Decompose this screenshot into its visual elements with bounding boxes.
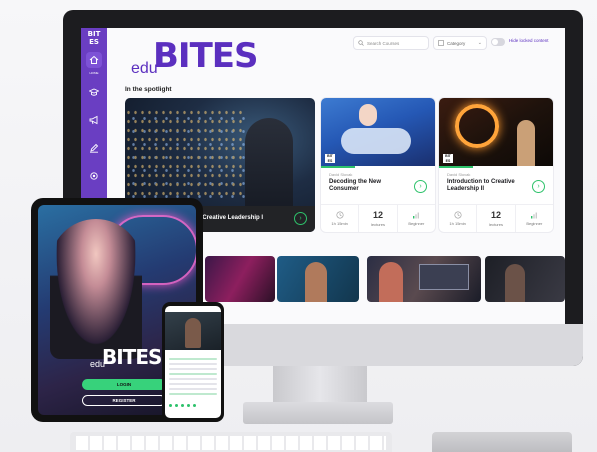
course-card[interactable]: BIT ES David Slovak Introduction to Crea…: [439, 98, 553, 232]
level-stat: Beginner: [398, 205, 435, 232]
hero-title: to Creative Leadership I: [195, 215, 264, 221]
course-thumbnail[interactable]: [277, 256, 359, 302]
sidebar-item-notes[interactable]: [86, 140, 102, 156]
neon-ring-shape: [455, 104, 499, 148]
clock-icon: [454, 211, 462, 219]
search-icon: [358, 40, 364, 46]
product-mockup: BIT ES HOME edu BITES Search Courses Cat…: [0, 0, 597, 452]
phone-lecture-list: [169, 358, 217, 398]
progress-stripe: [321, 166, 355, 168]
settings-icon: [90, 172, 98, 180]
login-button[interactable]: LOGIN: [82, 379, 166, 390]
graduation-cap-icon: [89, 88, 99, 96]
course-thumbnail[interactable]: [367, 256, 481, 302]
keyboard-keys: [76, 436, 386, 450]
course-author: David Slovak: [329, 172, 353, 177]
lectures-stat: 12 lectures: [359, 205, 398, 232]
duration-stat: 1h 15min: [321, 205, 360, 232]
sidebar-item-home-label: HOME: [89, 71, 99, 75]
course-card[interactable]: BIT ES David Slovak Decoding the New Con…: [321, 98, 435, 232]
lectures-count: 12: [372, 210, 383, 220]
sidebar-item-home[interactable]: [86, 52, 102, 68]
monitor-stand-neck: [273, 366, 367, 406]
lectures-label: lectures: [488, 222, 503, 227]
course-title: Decoding the New Consumer: [329, 179, 382, 192]
course-stats: 1h 15min 12 lectures Beginner: [439, 204, 553, 232]
chevron-down-icon: ⌄: [477, 40, 482, 46]
duration-value: 1h 15min: [449, 221, 466, 226]
arrow-right-icon[interactable]: ›: [294, 212, 307, 225]
arrow-right-icon[interactable]: ›: [414, 180, 427, 193]
monitor-shape: [419, 264, 469, 290]
level-value: Beginner: [526, 221, 543, 226]
lectures-count: 12: [490, 210, 501, 220]
headphones-person-shape: [359, 104, 377, 126]
course-badge: BIT ES: [325, 154, 335, 163]
brand-name: BITES: [153, 36, 258, 76]
sidebar-item-announcements[interactable]: [86, 112, 102, 128]
category-select[interactable]: Category ⌄: [433, 36, 487, 50]
spotlight-title: In the spotlight: [125, 86, 172, 93]
tablet-hero-person: [50, 219, 142, 359]
course-thumbnail[interactable]: [485, 256, 565, 302]
person-body-shape: [341, 128, 411, 154]
duration-value: 1h 15min: [331, 221, 348, 226]
course-author: David Slovak: [447, 172, 471, 177]
person-shape: [305, 262, 327, 302]
keyboard: [70, 432, 392, 452]
lectures-label: lectures: [370, 222, 385, 227]
course-badge: BIT ES: [443, 154, 453, 163]
tablet-brand-name: BITES: [102, 345, 162, 369]
phone-video-player[interactable]: [165, 312, 221, 350]
register-button[interactable]: REGISTER: [82, 395, 166, 406]
person-shape: [517, 120, 535, 166]
person-shape: [379, 262, 403, 302]
home-icon: [89, 55, 99, 64]
search-input[interactable]: Search Courses: [353, 36, 429, 50]
sidebar-item-settings[interactable]: [86, 168, 102, 184]
search-placeholder: Search Courses: [367, 40, 400, 46]
hide-locked-label: Hide locked content: [509, 38, 549, 43]
progress-stripe: [439, 166, 473, 168]
level-bars-icon: [531, 212, 538, 219]
course-image-neon: [439, 98, 553, 166]
hero-city-image: [125, 108, 245, 198]
clock-icon: [336, 211, 344, 219]
phone-device: [162, 302, 224, 422]
sidebar-logo: BIT ES: [87, 30, 101, 46]
sidebar-item-courses[interactable]: [86, 84, 102, 100]
presenter-shape: [185, 318, 201, 348]
monitor-stand-foot: [243, 402, 393, 424]
filter-icon: [438, 40, 444, 46]
pencil-icon: [90, 143, 99, 153]
level-stat: Beginner: [516, 205, 553, 232]
course-image-vr: [321, 98, 435, 166]
lectures-stat: 12 lectures: [477, 205, 516, 232]
phone-screen: [165, 306, 221, 418]
phone-pagination[interactable]: [169, 404, 196, 407]
course-thumbnail[interactable]: [205, 256, 275, 302]
course-stats: 1h 15min 12 lectures Beginner: [321, 204, 435, 232]
megaphone-icon: [89, 115, 98, 125]
duration-stat: 1h 15min: [439, 205, 478, 232]
person-shape: [505, 264, 525, 302]
category-label: Category: [447, 40, 466, 46]
course-title: Introduction to Creative Leadership II: [447, 179, 515, 192]
hide-locked-toggle[interactable]: [491, 38, 505, 46]
level-bars-icon: [413, 212, 420, 219]
arrow-right-icon[interactable]: ›: [532, 180, 545, 193]
trackpad: [432, 432, 572, 452]
level-value: Beginner: [408, 221, 425, 226]
